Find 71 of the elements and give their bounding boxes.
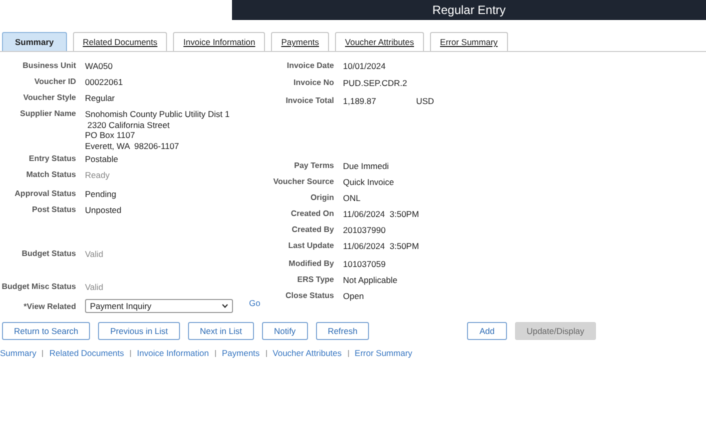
action-button[interactable]: Refresh: [316, 322, 370, 340]
field-value: Pending: [85, 189, 116, 200]
action-button[interactable]: Add: [467, 322, 507, 340]
currency-code: USD: [416, 96, 434, 108]
field-label: Close Status: [284, 291, 334, 302]
tab[interactable]: Voucher Attributes: [335, 32, 424, 51]
tab[interactable]: Summary: [2, 32, 67, 51]
field-value: 101037059: [343, 259, 386, 270]
field-value: PO Box 1107: [85, 130, 136, 142]
field-value: Not Applicable: [343, 275, 398, 286]
field-value: Quick Invoice: [343, 177, 394, 188]
field-value: 2320 California Street: [86, 120, 171, 130]
field-value: WA050: [85, 61, 113, 72]
field-value: Unposted: [85, 205, 122, 216]
field-label: Budget Status: [20, 249, 76, 260]
field-label: *View Related: [22, 302, 76, 310]
field-label: Modified By: [288, 259, 334, 270]
field-value: Snohomish County Public Utility Dist 1: [85, 109, 230, 120]
field-label: Voucher ID: [33, 77, 76, 88]
field-value: Valid: [85, 249, 104, 260]
tab[interactable]: Invoice Information: [173, 32, 266, 51]
field-label: Pay Terms: [293, 161, 334, 172]
field-value: PUD.SEP.CDR.2: [343, 78, 408, 89]
footer-link[interactable]: Payments: [222, 348, 260, 358]
footer-link[interactable]: Related Documents: [49, 348, 124, 358]
field-label: Approval Status: [14, 189, 76, 200]
field-value: 10/01/2024: [343, 61, 386, 72]
field-label: Invoice Date: [286, 61, 334, 72]
field-value: 1,189.87: [343, 96, 376, 107]
field-label: Origin: [309, 193, 334, 204]
action-button[interactable]: Next in List: [188, 322, 254, 340]
field-label: Voucher Source: [272, 177, 334, 188]
field-value: Everett, WA 98206-1107: [85, 141, 180, 152]
field-label: Voucher Style: [22, 93, 76, 104]
field-value: Valid: [85, 282, 104, 293]
field-value: 201037990: [343, 225, 386, 236]
field-value: Due Immedi: [343, 161, 389, 172]
field-value: Regular: [85, 93, 115, 104]
footer-link[interactable]: Error Summary: [354, 348, 412, 358]
field-value: 11/06/2024 3:50PM: [343, 209, 419, 220]
field-label: ERS Type: [296, 275, 334, 286]
field-value: 00022061: [85, 77, 123, 88]
action-button[interactable]: Return to Search: [2, 322, 90, 340]
window-title: Regular Entry: [432, 3, 506, 17]
view-related-dropdown[interactable]: Payment Inquiry: [85, 299, 233, 313]
field-value: 11/06/2024 3:50PM: [343, 241, 419, 252]
field-label: Invoice No: [292, 78, 334, 89]
footer-link[interactable]: Summary: [0, 348, 36, 358]
field-label: Created On: [290, 209, 334, 220]
tab[interactable]: Error Summary: [430, 32, 508, 51]
field-value: Ready: [85, 170, 110, 181]
field-label: Post Status: [30, 205, 76, 216]
chevron-down-icon: [222, 304, 228, 308]
field-label: Supplier Name: [18, 109, 76, 120]
field-label: Match Status: [25, 170, 76, 181]
action-button[interactable]: Previous in List: [98, 322, 180, 340]
field-value: ONL: [343, 193, 360, 204]
field-label: Entry Status: [28, 154, 76, 165]
field-value: Open: [343, 291, 364, 302]
field-label: Business Unit: [22, 61, 76, 72]
field-label: Created By: [290, 225, 334, 236]
field-label: Budget Misc Status: [0, 282, 76, 293]
action-button[interactable]: Notify: [262, 322, 308, 340]
footer-link[interactable]: Voucher Attributes: [272, 348, 342, 358]
tab[interactable]: Payments: [271, 32, 330, 51]
tab[interactable]: Related Documents: [72, 32, 168, 51]
go-link[interactable]: Go: [249, 298, 260, 308]
field-label: Last Update: [287, 241, 334, 252]
field-value: Postable: [85, 154, 118, 165]
footer-link[interactable]: Invoice Information: [137, 348, 209, 358]
field-label: Invoice Total: [284, 96, 334, 107]
